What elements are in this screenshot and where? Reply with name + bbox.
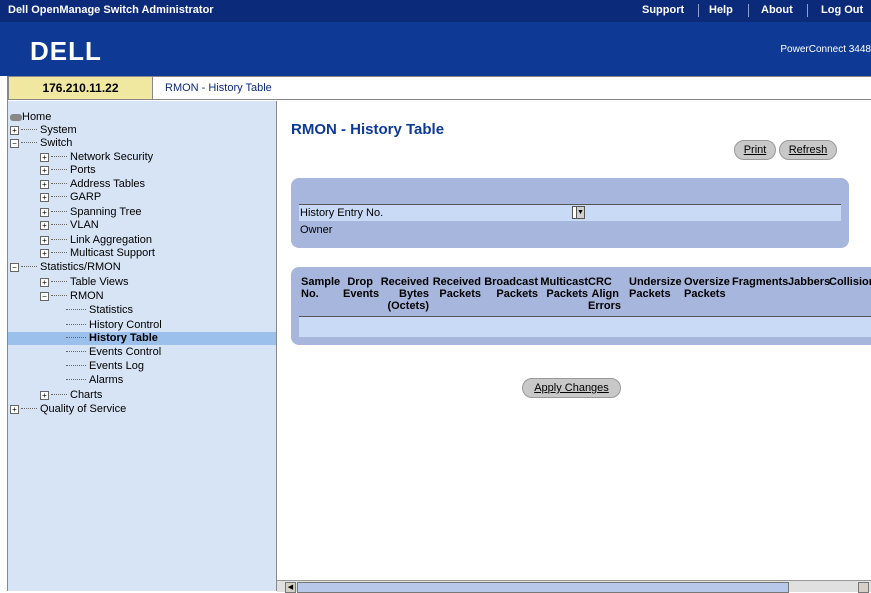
col-received-packets: Received Packets <box>432 276 481 300</box>
apply-changes-button[interactable]: Apply Changes <box>522 378 621 398</box>
expand-icon: + <box>10 404 19 414</box>
help-link[interactable]: Help <box>709 4 733 16</box>
history-table-panel: Sample No. Drop Events Received Bytes (Octet… <box>291 267 871 345</box>
tree-item-history-table[interactable]: History Table <box>8 332 276 345</box>
collapse-icon: − <box>10 262 19 272</box>
col-collisions: Collisions <box>829 276 871 288</box>
horizontal-scrollbar[interactable]: ◀ <box>277 580 871 593</box>
col-broadcast-packets: Broadcast Packets <box>484 276 538 300</box>
tree-item-alarms[interactable]: Alarms <box>66 374 123 387</box>
expand-icon: + <box>40 165 49 175</box>
expand-icon: + <box>40 152 49 162</box>
model-name: PowerConnect 3448 <box>780 44 871 55</box>
tree-item-switch[interactable]: − Switch <box>10 137 72 150</box>
nav-tree: Home + System − Switch + Network Security +… <box>8 101 277 591</box>
tree-item-history-control[interactable]: History Control <box>66 319 162 332</box>
collapse-icon: − <box>10 138 19 148</box>
top-bar: Dell OpenManage Switch Administrator Sup… <box>0 0 871 22</box>
home-icon <box>10 113 22 121</box>
tree-item-events-control[interactable]: Events Control <box>66 346 161 359</box>
history-entry-row: History Entry No. ▼ <box>299 204 841 221</box>
logout-link[interactable]: Log Out <box>821 4 863 16</box>
col-crc-align-errors: CRC Align Errors <box>588 276 622 312</box>
scroll-left-icon[interactable]: ◀ <box>285 582 296 593</box>
tree-item-vlan[interactable]: + VLAN <box>40 219 99 232</box>
col-oversize-packets: Oversize Packets <box>684 276 730 300</box>
expand-icon: + <box>40 235 49 245</box>
breadcrumb-label: RMON - History Table <box>165 82 272 94</box>
breadcrumb: RMON - History Table <box>153 76 871 100</box>
history-entry-label: History Entry No. <box>300 207 384 219</box>
left-edge <box>0 76 8 591</box>
col-drop-events: Drop Events <box>343 276 380 300</box>
banner: DELL PowerConnect 3448 <box>0 22 871 76</box>
tree-item-spanning-tree[interactable]: + Spanning Tree <box>40 206 142 219</box>
owner-label: Owner <box>300 224 333 236</box>
tree-item-multicast-support[interactable]: + Multicast Support <box>40 247 155 260</box>
tree-item-system[interactable]: + System <box>10 124 77 137</box>
col-undersize-packets: Undersize Packets <box>629 276 682 300</box>
divider <box>698 4 699 17</box>
tree-item-statistics-rmon[interactable]: − Statistics/RMON <box>10 261 121 274</box>
col-jabbers: Jabbers <box>788 276 831 288</box>
tree-item-home[interactable]: Home <box>10 111 51 124</box>
dropdown-arrow-icon: ▼ <box>576 207 584 218</box>
device-ip: 176.210.11.22 <box>8 76 153 100</box>
col-received-bytes: Received Bytes (Octets) <box>380 276 429 312</box>
page-title: RMON - History Table <box>291 121 445 138</box>
col-sample-no: Sample No. <box>301 276 341 300</box>
expand-icon: + <box>40 207 49 217</box>
tree-item-ports[interactable]: + Ports <box>40 164 96 177</box>
expand-icon: + <box>10 125 19 135</box>
tree-item-qos[interactable]: + Quality of Service <box>10 403 126 416</box>
dell-logo: DELL <box>30 36 102 66</box>
divider <box>748 4 749 17</box>
expand-icon: + <box>40 248 49 258</box>
collapse-icon: − <box>40 291 49 301</box>
tree-item-statistics[interactable]: Statistics <box>66 304 133 317</box>
app-title: Dell OpenManage Switch Administrator <box>8 4 214 16</box>
refresh-button[interactable]: Refresh <box>779 140 837 160</box>
main-content: RMON - History Table Print Refresh Histo… <box>277 101 871 593</box>
history-entry-select[interactable]: ▼ <box>572 206 585 219</box>
tree-item-address-tables[interactable]: + Address Tables <box>40 178 145 191</box>
print-button[interactable]: Print <box>734 140 776 160</box>
table-row <box>299 316 871 337</box>
expand-icon: + <box>40 220 49 230</box>
scroll-thumb[interactable] <box>297 582 789 593</box>
divider <box>807 4 808 17</box>
expand-icon: + <box>40 277 49 287</box>
tree-item-network-security[interactable]: + Network Security <box>40 151 153 164</box>
expand-icon: + <box>40 390 49 400</box>
tree-item-charts[interactable]: + Charts <box>40 389 102 402</box>
about-link[interactable]: About <box>761 4 793 16</box>
expand-icon: + <box>40 179 49 189</box>
scroll-right-icon[interactable] <box>858 582 869 593</box>
expand-icon: + <box>40 192 49 202</box>
history-entry-panel: History Entry No. ▼ Owner <box>291 178 849 248</box>
support-link[interactable]: Support <box>642 4 684 16</box>
tree-item-events-log[interactable]: Events Log <box>66 360 144 373</box>
col-fragments: Fragments <box>732 276 789 288</box>
owner-row: Owner <box>299 222 841 238</box>
tree-item-rmon[interactable]: − RMON <box>40 290 104 303</box>
tree-item-link-aggregation[interactable]: + Link Aggregation <box>40 234 152 247</box>
col-multicast-packets: Multicast Packets <box>540 276 588 300</box>
tree-item-table-views[interactable]: + Table Views <box>40 276 129 289</box>
tree-item-garp[interactable]: + GARP <box>40 191 101 204</box>
